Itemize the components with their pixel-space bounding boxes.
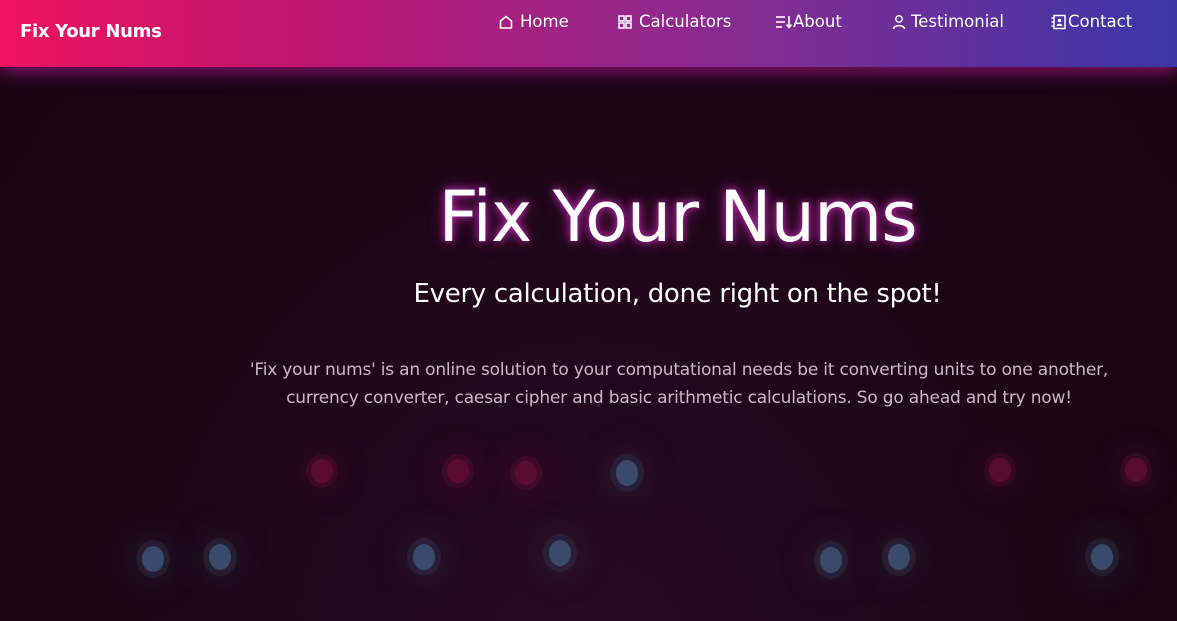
nav-testimonial-link[interactable]: Testimonial <box>891 12 1004 31</box>
bubble-decoration <box>549 540 571 566</box>
home-icon <box>498 14 514 30</box>
contact-book-icon <box>1050 14 1066 30</box>
bubble-decoration <box>1125 458 1147 482</box>
bubble-decoration <box>888 544 910 570</box>
nav-home-label: Home <box>520 12 569 31</box>
navbar: Fix Your Nums Home Calculators About Tes… <box>0 0 1177 67</box>
hero-title: Fix Your Nums <box>438 176 917 258</box>
nav-home-link[interactable]: Home <box>498 12 569 31</box>
hero-subtitle: Every calculation, done right on the spo… <box>413 279 942 309</box>
nav-links: Home Calculators About Testimonial Conta… <box>0 12 1177 36</box>
bubble-decoration <box>413 544 435 570</box>
bubble-decoration <box>209 544 231 570</box>
nav-calculators-link[interactable]: Calculators <box>617 12 731 31</box>
page: Fix Your Nums Home Calculators About Tes… <box>0 0 1177 621</box>
bubble-decoration <box>989 458 1011 482</box>
bubble-decoration <box>447 459 469 483</box>
hero-description: 'Fix your nums' is an online solution to… <box>249 360 1109 408</box>
nav-contact-link[interactable]: Contact <box>1050 12 1132 31</box>
bubble-decoration <box>820 547 842 573</box>
nav-about-link[interactable]: About <box>775 12 842 31</box>
nav-about-label: About <box>793 12 842 31</box>
user-icon <box>891 14 907 30</box>
nav-testimonial-label: Testimonial <box>911 12 1004 31</box>
grid-icon <box>617 14 633 30</box>
bubble-decoration <box>311 459 333 483</box>
bubble-decoration <box>142 546 164 572</box>
nav-calculators-label: Calculators <box>639 12 732 31</box>
bubble-decoration <box>1091 544 1113 570</box>
nav-contact-label: Contact <box>1068 12 1133 31</box>
list-sort-icon <box>775 14 793 30</box>
bubble-decoration <box>515 461 537 485</box>
bubble-decoration <box>616 460 638 486</box>
